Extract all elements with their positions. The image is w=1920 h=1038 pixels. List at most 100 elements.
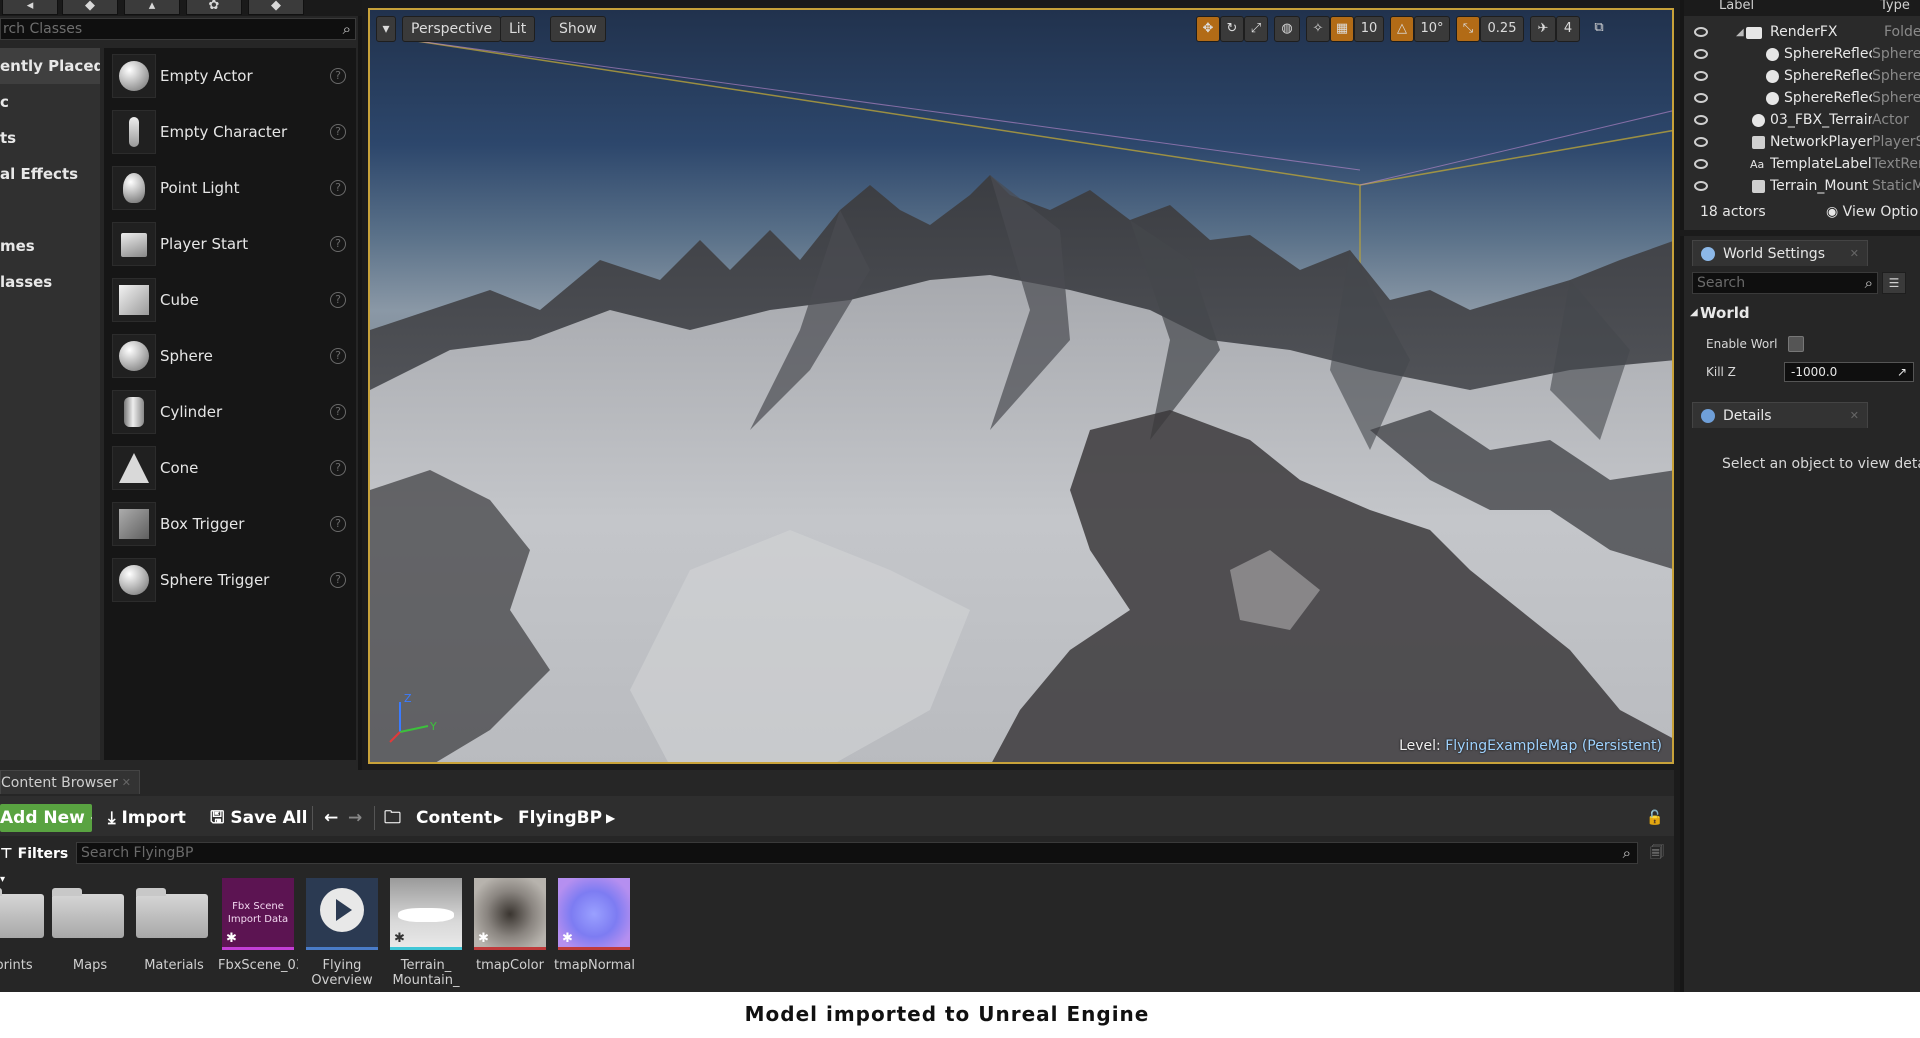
class-item-sphere-trigger[interactable]: Sphere Trigger ?	[104, 552, 356, 608]
place-mode-button[interactable]: ◂	[2, 0, 58, 15]
breadcrumb-separator-icon[interactable]: ▶	[606, 804, 615, 832]
breadcrumb-flyingbp[interactable]: FlyingBP	[518, 804, 602, 832]
outliner-row[interactable]: ◢ RenderFX Folder	[1684, 22, 1920, 43]
surface-snap-icon[interactable]: ✧	[1306, 16, 1330, 42]
visibility-eye-icon[interactable]	[1694, 71, 1708, 81]
visibility-eye-icon[interactable]	[1694, 49, 1708, 59]
category-basic[interactable]: c	[0, 84, 100, 120]
maximize-viewport-icon[interactable]: ⧉	[1588, 16, 1610, 42]
view-mode-lit-button[interactable]: Lit	[500, 16, 536, 42]
asset-tmap-normal[interactable]: ✱ tmapNormal	[554, 878, 634, 990]
folder-open-icon[interactable]: 🗀	[384, 804, 401, 832]
asset-fbx-scene-import-data[interactable]: Fbx Scene Import Data ✱ FbxScene_03_FBX_…	[218, 878, 298, 990]
add-new-button[interactable]: Add New ▾	[0, 804, 92, 832]
visibility-eye-icon[interactable]	[1694, 159, 1708, 169]
class-item-box-trigger[interactable]: Box Trigger ?	[104, 496, 356, 552]
geometry-mode-button[interactable]: ◆	[248, 0, 304, 15]
tab-details[interactable]: Details ✕	[1692, 402, 1868, 428]
scale-snap-value[interactable]: 0.25	[1480, 16, 1524, 42]
save-search-icon[interactable]: 🗐	[1650, 842, 1664, 866]
world-settings-search-input[interactable]: Search ⌕	[1692, 272, 1878, 294]
class-item-point-light[interactable]: Point Light ?	[104, 160, 356, 216]
camera-speed-icon[interactable]: ✈	[1530, 16, 1556, 42]
category-all-classes[interactable]: lasses	[0, 264, 100, 300]
save-all-button[interactable]: 🖫 Save All	[210, 804, 307, 832]
tab-content-browser[interactable]: Content Browser ✕	[0, 770, 140, 794]
help-icon[interactable]: ?	[330, 68, 346, 84]
back-arrow-icon[interactable]: ←	[324, 804, 338, 832]
content-search-input[interactable]: Search FlyingBP ⌕	[76, 842, 1638, 864]
close-icon[interactable]: ✕	[1850, 403, 1859, 429]
help-icon[interactable]: ?	[330, 180, 346, 196]
asset-folder-blueprints[interactable]: eprints	[0, 878, 50, 990]
asset-flying-overview[interactable]: Flying Overview	[302, 878, 382, 990]
class-item-cone[interactable]: Cone ?	[104, 440, 356, 496]
property-matrix-button[interactable]: ☰	[1882, 272, 1906, 294]
asset-terrain-mountain-mesh[interactable]: ✱ Terrain_ Mountain_	[386, 878, 466, 990]
category-volumes[interactable]: mes	[0, 228, 100, 264]
help-icon[interactable]: ?	[330, 348, 346, 364]
class-item-cylinder[interactable]: Cylinder ?	[104, 384, 356, 440]
outliner-row[interactable]: SphereReflec SphereR	[1684, 88, 1920, 109]
world-section-header[interactable]: ◢ World	[1688, 302, 1920, 324]
close-icon[interactable]: ✕	[122, 771, 131, 794]
class-item-sphere[interactable]: Sphere ?	[104, 328, 356, 384]
filters-button[interactable]: ⊤ Filters ▾	[0, 842, 70, 885]
outliner-row[interactable]: SphereReflec SphereR	[1684, 66, 1920, 87]
help-icon[interactable]: ?	[330, 292, 346, 308]
visibility-eye-icon[interactable]	[1694, 181, 1708, 191]
category-visual-effects[interactable]: al Effects	[0, 156, 100, 192]
visibility-eye-icon[interactable]	[1694, 137, 1708, 147]
breadcrumb-content[interactable]: Content	[416, 804, 492, 832]
perspective-button[interactable]: Perspective	[402, 16, 502, 42]
help-icon[interactable]: ?	[330, 572, 346, 588]
rotation-snap-value[interactable]: 10°	[1414, 16, 1450, 42]
camera-speed-value[interactable]: 4	[1556, 16, 1580, 42]
outliner-row[interactable]: Aa TemplateLabel TextRen	[1684, 154, 1920, 175]
help-icon[interactable]: ?	[330, 236, 346, 252]
expand-arrow-icon[interactable]: ◢	[1736, 22, 1744, 43]
column-label-header[interactable]: Label	[1719, 0, 1754, 12]
forward-arrow-icon[interactable]: →	[348, 804, 362, 832]
class-item-empty-actor[interactable]: Empty Actor ?	[104, 48, 356, 104]
outliner-row[interactable]: NetworkPlayer PlayerS	[1684, 132, 1920, 153]
rotation-snap-icon[interactable]: △	[1390, 16, 1414, 42]
asset-folder-materials[interactable]: Materials	[134, 878, 214, 990]
grid-snap-value[interactable]: 10	[1354, 16, 1384, 42]
category-geometry[interactable]	[0, 192, 100, 228]
import-button[interactable]: ⤓ Import	[108, 804, 186, 832]
rotate-tool-icon[interactable]: ↻	[1220, 16, 1244, 42]
scale-snap-icon[interactable]: ⤡	[1456, 16, 1480, 42]
help-icon[interactable]: ?	[330, 460, 346, 476]
reset-arrow-icon[interactable]: ↗	[1897, 363, 1907, 381]
enable-world-composition-checkbox[interactable]	[1788, 336, 1804, 352]
category-lights[interactable]: ts	[0, 120, 100, 156]
visibility-eye-icon[interactable]	[1694, 93, 1708, 103]
outliner-row[interactable]: Terrain_Mount StaticM	[1684, 176, 1920, 197]
help-icon[interactable]: ?	[330, 516, 346, 532]
world-local-toggle-icon[interactable]: ◍	[1274, 16, 1300, 42]
visibility-eye-icon[interactable]	[1694, 115, 1708, 125]
tab-world-settings[interactable]: World Settings ✕	[1692, 240, 1868, 266]
help-icon[interactable]: ?	[330, 404, 346, 420]
lock-icon[interactable]: 🔓	[1646, 804, 1663, 832]
visibility-eye-icon[interactable]	[1694, 27, 1708, 37]
class-item-empty-character[interactable]: Empty Character ?	[104, 104, 356, 160]
class-item-player-start[interactable]: Player Start ?	[104, 216, 356, 272]
asset-tmap-color[interactable]: ✱ tmapColor	[470, 878, 550, 990]
viewport-options-button[interactable]: ▾	[376, 16, 396, 42]
class-search-input[interactable]: rch Classes ⌕	[0, 18, 356, 40]
outliner-row[interactable]: 03_FBX_Terrain Actor	[1684, 110, 1920, 131]
help-icon[interactable]: ?	[330, 124, 346, 140]
column-type-header[interactable]: Type	[1880, 0, 1910, 12]
show-flags-button[interactable]: Show	[550, 16, 606, 42]
view-options-button[interactable]: ◉ View Optio	[1826, 196, 1920, 228]
level-viewport[interactable]: ▾ Perspective Lit Show ✥ ↻ ⤢ ◍ ✧ ▦ 10 △ …	[368, 8, 1674, 764]
paint-mode-button[interactable]: ◆	[62, 0, 118, 15]
class-item-cube[interactable]: Cube ?	[104, 272, 356, 328]
asset-folder-maps[interactable]: Maps	[50, 878, 130, 990]
kill-z-field[interactable]: -1000.0 ↗	[1784, 362, 1914, 382]
category-recently-placed[interactable]: ently Placed	[0, 48, 100, 84]
translate-tool-icon[interactable]: ✥	[1196, 16, 1220, 42]
landscape-mode-button[interactable]: ▴	[124, 0, 180, 15]
